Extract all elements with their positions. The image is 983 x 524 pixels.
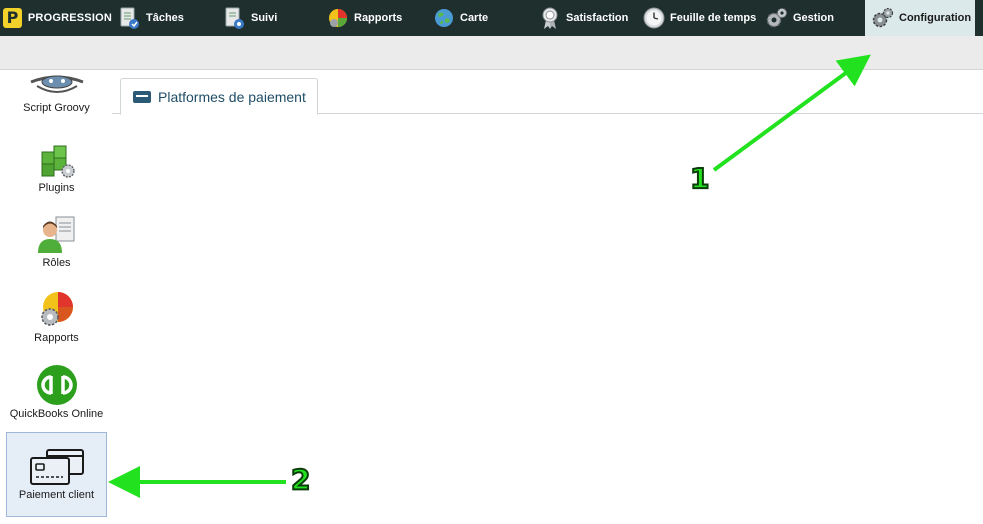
- annotation-number-2: 2: [290, 462, 312, 497]
- tab-platformes-de-paiement[interactable]: Platformes de paiement: [120, 78, 318, 115]
- nav-item-gestion[interactable]: Gestion: [765, 0, 834, 36]
- nav-item-label: Tâches: [146, 12, 184, 24]
- tab-label: Platformes de paiement: [158, 88, 306, 105]
- nav-item-label: Carte: [460, 12, 489, 24]
- main-tab-bar: Platformes de paiement: [112, 70, 983, 115]
- sidebar-item-label: Paiement client: [18, 489, 95, 501]
- brand-logo-icon: P: [3, 8, 22, 28]
- reports-icon: [329, 9, 347, 27]
- nav-item-configuration[interactable]: Configuration: [865, 0, 975, 36]
- nav-item-label: Suivi: [251, 12, 278, 24]
- gears-icon: [766, 7, 788, 28]
- sidebar-item-roles[interactable]: Rôles: [6, 215, 107, 279]
- gears-icon: [872, 7, 894, 28]
- toolbar-strip: [0, 36, 983, 70]
- nav-item-label: Satisfaction: [566, 12, 629, 24]
- groovy-logo-icon: [29, 75, 84, 93]
- tasks-icon: [120, 7, 139, 29]
- nav-item-satisfaction[interactable]: Satisfaction: [538, 0, 628, 36]
- award-icon: [542, 7, 558, 29]
- nav-item-label: Gestion: [793, 12, 834, 24]
- sidebar-item-label: Plugins: [38, 182, 75, 194]
- quickbooks-icon: [36, 365, 77, 405]
- brand-name: PROGRESSION: [27, 12, 112, 24]
- roles-icon: [37, 216, 74, 253]
- nav-item-label: Feuille de temps: [670, 12, 757, 24]
- clock-icon: [643, 7, 665, 29]
- annotation-number-1: 1: [689, 161, 711, 196]
- sidebar-item-label: QuickBooks Online: [9, 408, 104, 420]
- tracking-icon: [225, 7, 244, 29]
- brand[interactable]: P PROGRESSION: [0, 0, 112, 36]
- nav-item-suivi[interactable]: Suivi: [223, 0, 277, 36]
- nav-item-feuille-de-temps[interactable]: Feuille de temps: [642, 0, 756, 36]
- configuration-sidebar: Script Groovy Plugins Rôles Rapports Qui…: [0, 70, 112, 524]
- sidebar-item-plugins[interactable]: Plugins: [6, 140, 107, 204]
- credit-card-icon: [133, 90, 151, 103]
- credit-cards-icon: [29, 449, 84, 485]
- nav-item-carte[interactable]: Carte: [432, 0, 488, 36]
- reports-icon: [40, 292, 73, 326]
- nav-item-label: Configuration: [899, 12, 972, 24]
- plugins-icon: [41, 145, 75, 178]
- nav-item-label: Rapports: [354, 12, 403, 24]
- nav-item-taches[interactable]: Tâches: [118, 0, 184, 36]
- sidebar-item-label: Rôles: [42, 257, 71, 269]
- top-navigation-bar: P PROGRESSION Tâches Suivi Rapports Cart…: [0, 0, 983, 36]
- nav-item-rapports[interactable]: Rapports: [326, 0, 402, 36]
- globe-icon: [435, 9, 453, 27]
- sidebar-item-script-groovy[interactable]: Script Groovy: [6, 70, 107, 128]
- sidebar-item-rapports[interactable]: Rapports: [6, 290, 107, 354]
- sidebar-item-quickbooks-online[interactable]: QuickBooks Online: [6, 364, 107, 428]
- sidebar-item-paiement-client[interactable]: Paiement client: [6, 432, 107, 517]
- sidebar-item-label: Rapports: [34, 332, 79, 344]
- sidebar-item-label: Script Groovy: [23, 102, 90, 114]
